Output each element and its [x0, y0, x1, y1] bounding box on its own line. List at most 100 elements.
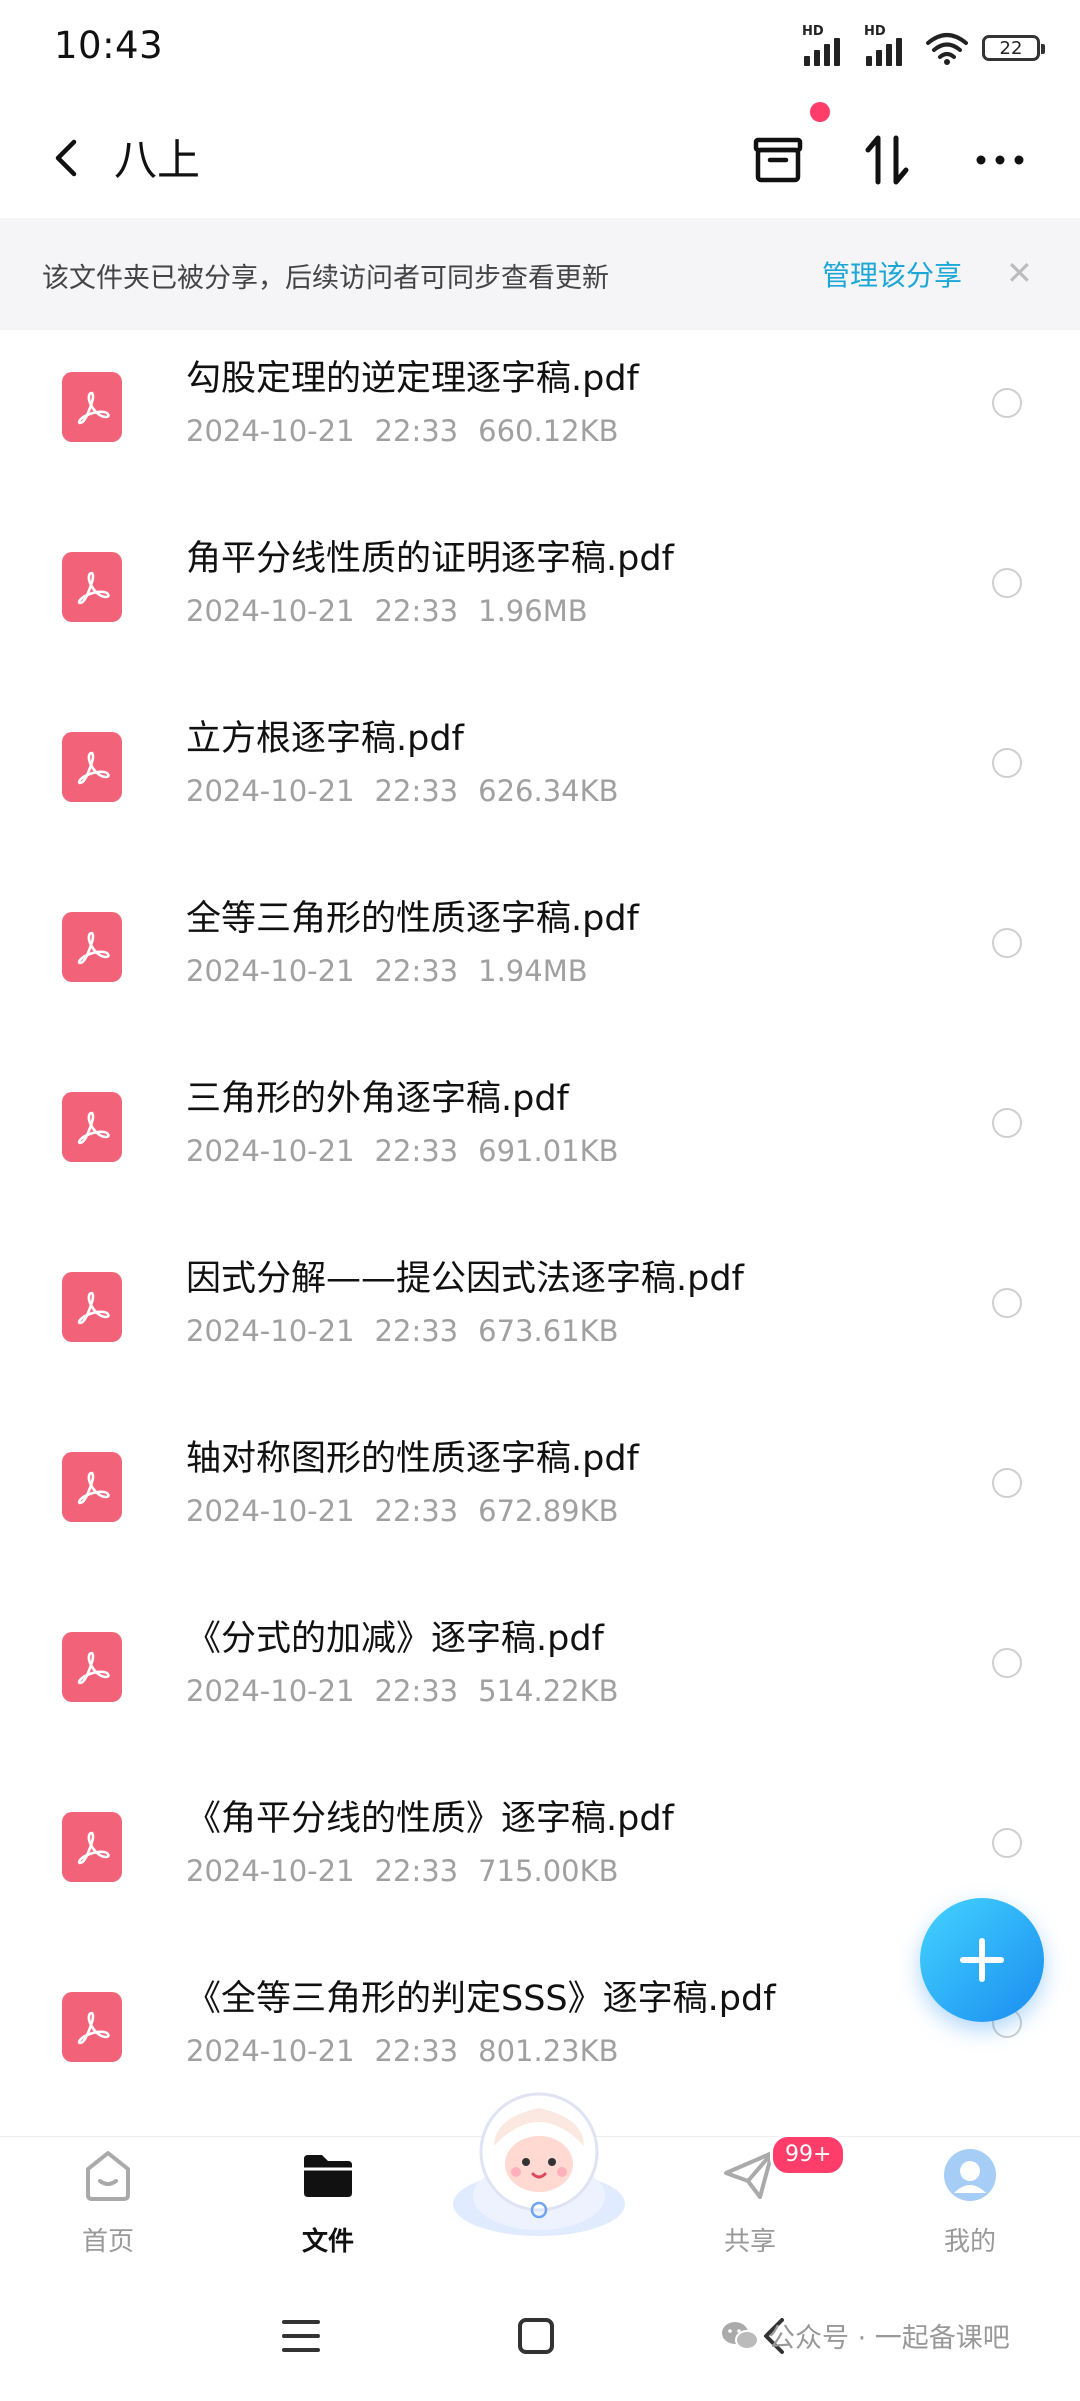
select-checkbox[interactable]	[992, 388, 1022, 418]
file-name: 角平分线性质的证明逐字稿.pdf	[186, 539, 674, 579]
file-time: 22:33	[374, 1854, 459, 1888]
pdf-icon	[62, 1812, 122, 1882]
file-size: 801.23KB	[478, 2034, 619, 2068]
file-date: 2024-10-21	[186, 954, 355, 988]
file-time: 22:33	[374, 1314, 459, 1348]
notification-dot	[810, 102, 830, 122]
file-size: 691.01KB	[478, 1134, 619, 1168]
file-name: 因式分解——提公因式法逐字稿.pdf	[186, 1259, 744, 1299]
file-meta: 2024-10-21 22:33 673.61KB	[186, 1314, 619, 1348]
status-icons: HD HD 22	[802, 24, 1045, 66]
pdf-icon	[62, 1092, 122, 1162]
file-size: 673.61KB	[478, 1314, 619, 1348]
select-checkbox[interactable]	[992, 1468, 1022, 1498]
file-name: 《全等三角形的判定SSS》逐字稿.pdf	[186, 1979, 776, 2019]
file-time: 22:33	[374, 2034, 459, 2068]
file-row[interactable]: 因式分解——提公因式法逐字稿.pdf 2024-10-21 22:33 673.61…	[0, 1230, 1080, 1410]
pdf-icon	[62, 1452, 122, 1522]
file-name: 《分式的加减》逐字稿.pdf	[186, 1619, 604, 1659]
file-time: 22:33	[374, 774, 459, 808]
file-meta: 2024-10-21 22:33 1.96MB	[186, 594, 588, 628]
file-size: 626.34KB	[478, 774, 619, 808]
select-checkbox[interactable]	[992, 1648, 1022, 1678]
page-title: 八上	[114, 136, 200, 186]
battery-icon: 22	[982, 35, 1045, 61]
file-date: 2024-10-21	[186, 1854, 355, 1888]
back-icon[interactable]	[48, 138, 88, 178]
pdf-icon	[62, 1632, 122, 1702]
wifi-icon	[926, 33, 968, 65]
file-meta: 2024-10-21 22:33 626.34KB	[186, 774, 619, 808]
file-size: 1.96MB	[478, 594, 588, 628]
pdf-icon	[62, 912, 122, 982]
signal-icon: HD	[802, 24, 850, 66]
manage-share-link[interactable]: 管理该分享	[822, 254, 962, 294]
signal-hd-label-2: HD	[864, 24, 886, 39]
more-icon[interactable]	[972, 132, 1028, 188]
file-date: 2024-10-21	[186, 414, 355, 448]
file-row[interactable]: 立方根逐字稿.pdf 2024-10-21 22:33 626.34KB	[0, 690, 1080, 870]
file-time: 22:33	[374, 1674, 459, 1708]
nav-share-label: 共享	[723, 2227, 776, 2257]
file-row[interactable]: 全等三角形的性质逐字稿.pdf 2024-10-21 22:33 1.94MB	[0, 870, 1080, 1050]
app-header: 八上	[0, 100, 1080, 215]
file-date: 2024-10-21	[186, 1494, 355, 1528]
file-name: 勾股定理的逆定理逐字稿.pdf	[186, 359, 639, 399]
file-time: 22:33	[374, 1494, 459, 1528]
file-date: 2024-10-21	[186, 594, 355, 628]
pdf-icon	[62, 732, 122, 802]
signal-icon-2: HD	[864, 24, 912, 66]
select-checkbox[interactable]	[992, 568, 1022, 598]
file-meta: 2024-10-21 22:33 715.00KB	[186, 1854, 619, 1888]
share-banner-text: 该文件夹已被分享，后续访问者可同步查看更新	[42, 263, 609, 294]
file-name: 《角平分线的性质》逐字稿.pdf	[186, 1799, 674, 1839]
file-date: 2024-10-21	[186, 774, 355, 808]
file-row[interactable]: 三角形的外角逐字稿.pdf 2024-10-21 22:33 691.01KB	[0, 1050, 1080, 1230]
pdf-icon	[62, 1272, 122, 1342]
mascot-assistant-icon[interactable]	[444, 2086, 634, 2238]
select-checkbox[interactable]	[992, 928, 1022, 958]
nav-profile[interactable]: 我的	[900, 2137, 1040, 2277]
signal-hd-label: HD	[802, 24, 824, 39]
file-row[interactable]: 《分式的加减》逐字稿.pdf 2024-10-21 22:33 514.22KB	[0, 1590, 1080, 1770]
file-row[interactable]: 勾股定理的逆定理逐字稿.pdf 2024-10-21 22:33 660.12KB	[0, 330, 1080, 510]
watermark-text: 公众号 · 一起备课吧	[768, 2323, 1010, 2354]
file-size: 514.22KB	[478, 1674, 619, 1708]
file-meta: 2024-10-21 22:33 514.22KB	[186, 1674, 619, 1708]
share-banner: 该文件夹已被分享，后续访问者可同步查看更新 管理该分享 ✕	[0, 218, 1080, 330]
select-checkbox[interactable]	[992, 748, 1022, 778]
nav-home[interactable]: 首页	[38, 2137, 178, 2277]
file-size: 672.89KB	[478, 1494, 619, 1528]
nav-files[interactable]: 文件	[258, 2137, 398, 2277]
file-meta: 2024-10-21 22:33 672.89KB	[186, 1494, 619, 1528]
file-meta: 2024-10-21 22:33 1.94MB	[186, 954, 588, 988]
transfer-box-icon[interactable]	[750, 132, 806, 188]
profile-icon	[944, 2149, 996, 2201]
close-icon[interactable]: ✕	[1006, 254, 1033, 292]
status-time: 10:43	[54, 24, 164, 67]
nav-home-label: 首页	[81, 2227, 134, 2257]
file-date: 2024-10-21	[186, 1314, 355, 1348]
file-date: 2024-10-21	[186, 2034, 355, 2068]
sort-icon[interactable]	[860, 132, 916, 188]
file-size: 1.94MB	[478, 954, 588, 988]
home-icon	[86, 2151, 130, 2201]
pdf-icon	[62, 1992, 122, 2062]
file-time: 22:33	[374, 1134, 459, 1168]
file-time: 22:33	[374, 594, 459, 628]
file-row[interactable]: 《角平分线的性质》逐字稿.pdf 2024-10-21 22:33 715.00KB	[0, 1770, 1080, 1950]
file-meta: 2024-10-21 22:33 660.12KB	[186, 414, 619, 448]
nav-files-label: 文件	[301, 2227, 354, 2257]
file-meta: 2024-10-21 22:33 801.23KB	[186, 2034, 619, 2068]
file-row[interactable]: 角平分线性质的证明逐字稿.pdf 2024-10-21 22:33 1.96MB	[0, 510, 1080, 690]
add-button[interactable]	[920, 1898, 1044, 2022]
select-checkbox[interactable]	[992, 1288, 1022, 1318]
status-bar: 10:43 HD HD 22	[0, 0, 1080, 100]
select-checkbox[interactable]	[992, 1108, 1022, 1138]
menu-icon[interactable]	[280, 2316, 322, 2356]
select-checkbox[interactable]	[992, 1828, 1022, 1858]
file-row[interactable]: 轴对称图形的性质逐字稿.pdf 2024-10-21 22:33 672.89KB	[0, 1410, 1080, 1590]
file-size: 715.00KB	[478, 1854, 619, 1888]
home-square-icon[interactable]	[516, 2316, 556, 2356]
file-date: 2024-10-21	[186, 1134, 355, 1168]
